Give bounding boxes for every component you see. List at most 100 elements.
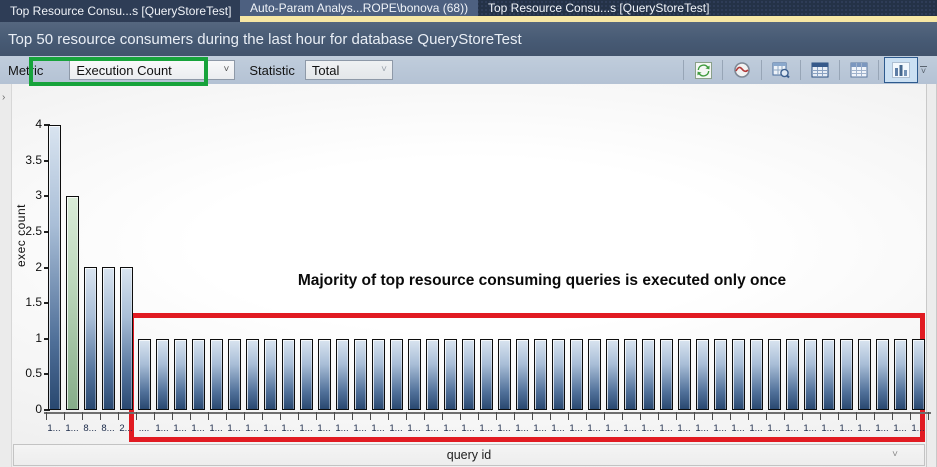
- bar[interactable]: [156, 339, 169, 410]
- metric-dropdown[interactable]: Execution Count ˅: [69, 60, 235, 80]
- bar[interactable]: [246, 339, 259, 410]
- x-tick-mark: [622, 412, 623, 420]
- x-tick-mark: [928, 412, 929, 420]
- x-tick-label: 1...: [459, 423, 477, 434]
- bar[interactable]: [480, 339, 493, 410]
- bar[interactable]: [804, 339, 817, 410]
- bar[interactable]: [174, 339, 187, 410]
- bar[interactable]: [912, 339, 925, 410]
- bar[interactable]: [552, 339, 565, 410]
- bar[interactable]: [678, 339, 691, 410]
- bar[interactable]: [372, 339, 385, 410]
- collapsed-panel-left[interactable]: ›: [0, 84, 12, 467]
- x-tick-label: 1...: [351, 423, 369, 434]
- bar[interactable]: [894, 339, 907, 410]
- x-tick-label: 1...: [657, 423, 675, 434]
- bar[interactable]: [354, 339, 367, 410]
- metric-label: Metric: [8, 63, 43, 78]
- x-tick-label: 1...: [585, 423, 603, 434]
- x-tick-mark: [424, 412, 425, 420]
- bar[interactable]: [768, 339, 781, 410]
- bar[interactable]: [642, 339, 655, 410]
- bar[interactable]: [66, 196, 79, 410]
- bar[interactable]: [282, 339, 295, 410]
- view-table-button[interactable]: [845, 58, 873, 82]
- bar[interactable]: [444, 339, 457, 410]
- tab-auto-param-analysis[interactable]: Auto-Param Analys...ROPE\bonova (68)): [240, 0, 478, 16]
- tab-top-resource-consumers-2[interactable]: Top Resource Consu...s [QueryStoreTest]: [478, 0, 719, 16]
- bar[interactable]: [318, 339, 331, 410]
- x-tick-mark: [262, 412, 263, 420]
- bar[interactable]: [750, 339, 763, 410]
- bar[interactable]: [84, 267, 97, 410]
- bar[interactable]: [48, 125, 61, 410]
- x-tick-label: 1...: [279, 423, 297, 434]
- x-tick-mark: [334, 412, 335, 420]
- bar[interactable]: [228, 339, 241, 410]
- view-grid-details-button[interactable]: [767, 58, 795, 82]
- bar[interactable]: [534, 339, 547, 410]
- bar-chart: exec count Majority of top resource cons…: [12, 84, 926, 467]
- bar[interactable]: [498, 339, 511, 410]
- x-tick-mark: [658, 412, 659, 420]
- toolbar-options-button[interactable]: ˅: [920, 66, 927, 74]
- bar[interactable]: [210, 339, 223, 410]
- x-tick-mark: [136, 412, 137, 420]
- track-query-button[interactable]: [728, 58, 756, 82]
- statistic-label: Statistic: [249, 63, 295, 78]
- bar[interactable]: [408, 339, 421, 410]
- refresh-icon: [695, 62, 712, 79]
- x-tick-label: 1...: [189, 423, 207, 434]
- refresh-button[interactable]: [689, 58, 717, 82]
- bar[interactable]: [336, 339, 349, 410]
- x-tick-mark: [730, 412, 731, 420]
- x-axis-strip[interactable]: query id ˅: [13, 444, 925, 466]
- x-tick-label: 1...: [639, 423, 657, 434]
- bar[interactable]: [102, 267, 115, 410]
- bar[interactable]: [426, 339, 439, 410]
- bar[interactable]: [588, 339, 601, 410]
- bar[interactable]: [858, 339, 871, 410]
- bar[interactable]: [192, 339, 205, 410]
- view-chart-button-selected[interactable]: [884, 57, 918, 83]
- bar[interactable]: [120, 267, 133, 410]
- bar[interactable]: [696, 339, 709, 410]
- tab-label: Top Resource Consu...s [QueryStoreTest]: [488, 1, 709, 15]
- bar[interactable]: [840, 339, 853, 410]
- bar[interactable]: [660, 339, 673, 410]
- tab-top-resource-consumers-active[interactable]: Top Resource Consu...s [QueryStoreTest] …: [0, 0, 265, 22]
- x-tick-label: 1...: [855, 423, 873, 434]
- bar[interactable]: [264, 339, 277, 410]
- x-tick-mark: [460, 412, 461, 420]
- x-tick-mark: [766, 412, 767, 420]
- bar[interactable]: [714, 339, 727, 410]
- bar[interactable]: [138, 339, 151, 410]
- x-axis-line: [44, 412, 931, 414]
- bar[interactable]: [390, 339, 403, 410]
- bar[interactable]: [516, 339, 529, 410]
- x-tick-mark: [82, 412, 83, 420]
- x-tick-label: 1...: [153, 423, 171, 434]
- x-tick-label: 1...: [765, 423, 783, 434]
- x-tick-mark: [100, 412, 101, 420]
- bar[interactable]: [876, 339, 889, 410]
- statistic-dropdown-value: Total: [312, 63, 339, 78]
- view-grid-button[interactable]: [806, 58, 834, 82]
- y-tick-label: 4: [16, 117, 42, 131]
- bar[interactable]: [606, 339, 619, 410]
- bar[interactable]: [300, 339, 313, 410]
- bar[interactable]: [462, 339, 475, 410]
- bar[interactable]: [786, 339, 799, 410]
- bar[interactable]: [624, 339, 637, 410]
- collapsed-panel-right[interactable]: [926, 84, 937, 467]
- bar[interactable]: [822, 339, 835, 410]
- x-tick-mark: [784, 412, 785, 420]
- toolbar-separator: [800, 60, 801, 80]
- bar[interactable]: [570, 339, 583, 410]
- x-tick-label: 1...: [405, 423, 423, 434]
- statistic-dropdown[interactable]: Total ˅: [305, 60, 393, 80]
- x-tick-label: 8...: [81, 423, 99, 434]
- bar[interactable]: [732, 339, 745, 410]
- y-tick-label: 1: [16, 331, 42, 345]
- x-tick-label: 1...: [819, 423, 837, 434]
